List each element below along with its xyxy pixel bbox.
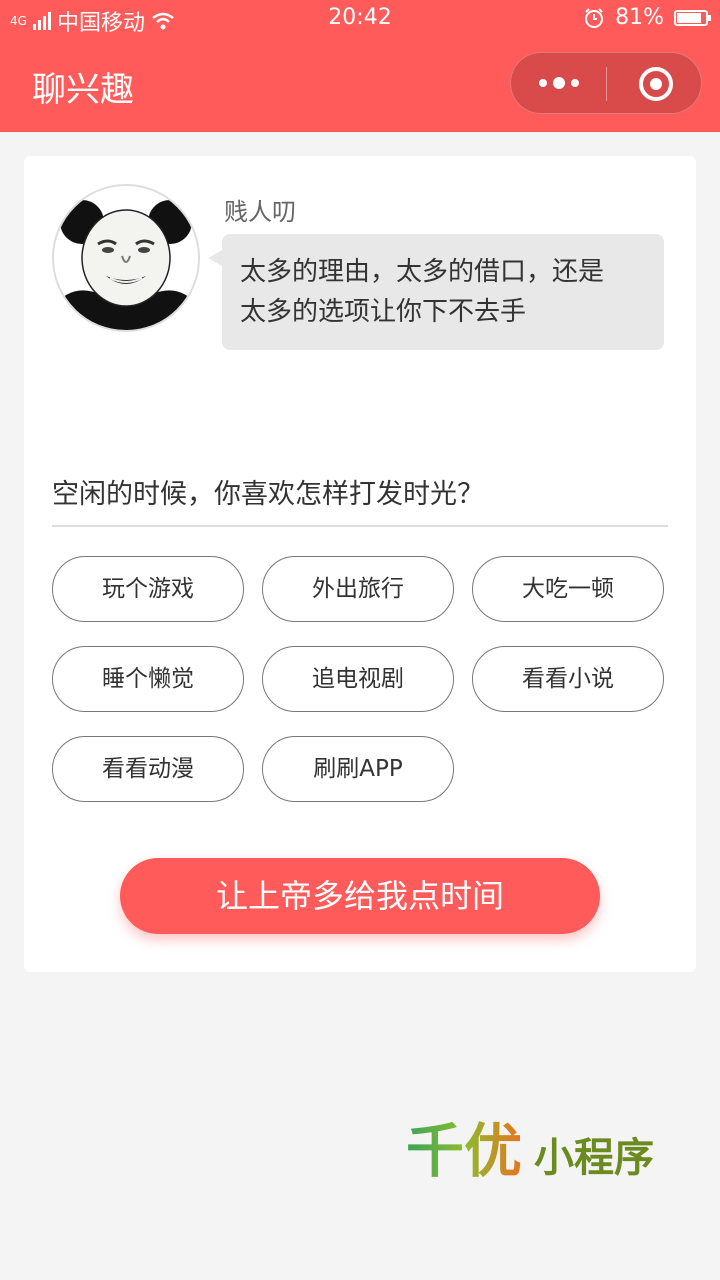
option-button[interactable]: 看看小说 [472,646,664,712]
option-button[interactable]: 追电视剧 [262,646,454,712]
chat-message-line: 太多的理由，太多的借口，还是 [240,257,605,287]
status-right: 81% [583,5,711,30]
option-button[interactable]: 睡个懒觉 [52,646,244,712]
target-icon[interactable] [639,67,673,101]
divider [52,525,668,527]
status-bar: 4G 中国移动 20:42 81% [0,0,720,38]
panda-meme-avatar [54,186,198,330]
miniprogram-capsule [510,52,702,114]
watermark-suffix: 小程序 [534,1134,655,1181]
question-text: 空闲的时候，你喜欢怎样打发时光？ [52,479,484,510]
watermark-brand: 千优 [406,1117,523,1185]
page-title: 聊兴趣 [32,70,134,110]
brand-watermark: 千优 小程序 [406,1104,654,1188]
option-button[interactable]: 外出旅行 [262,556,454,622]
capsule-divider [606,67,607,101]
option-button[interactable]: 刷刷APP [262,736,454,802]
more-dots-icon[interactable] [511,53,606,113]
option-button[interactable]: 看看动漫 [52,736,244,802]
chat-message-line: 太多的选项让你下不去手 [240,297,527,327]
option-button[interactable]: 大吃一顿 [472,556,664,622]
content-card: 贱人叨 太多的理由，太多的借口，还是 太多的选项让你下不去手 空闲的时候，你喜欢… [24,156,696,972]
navigation-bar: 聊兴趣 [0,38,720,132]
avatar [52,184,200,332]
chat-bubble: 太多的理由，太多的借口，还是 太多的选项让你下不去手 [208,234,664,350]
chat-username: 贱人叨 [224,198,296,226]
submit-button[interactable]: 让上帝多给我点时间 [120,858,600,934]
option-button[interactable]: 玩个游戏 [52,556,244,622]
alarm-icon [585,7,604,28]
battery-percent: 81% [615,5,664,30]
battery-icon [674,9,711,26]
